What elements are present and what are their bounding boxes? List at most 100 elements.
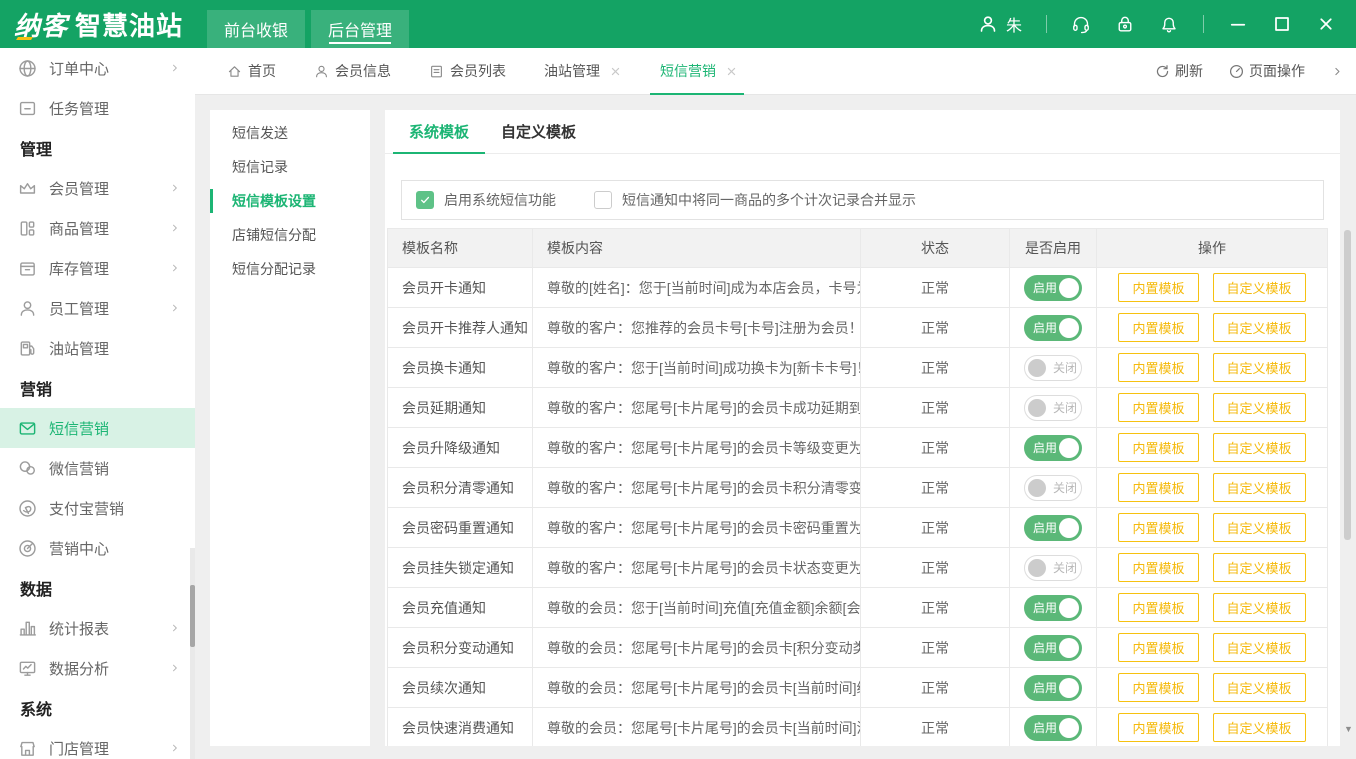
subnav-item-sms-allocation-record[interactable]: 短信分配记录 (210, 252, 370, 286)
enable-toggle[interactable]: 启用 (1024, 515, 1082, 541)
custom-template-button[interactable]: 自定义模板 (1213, 273, 1306, 302)
chevron-right-icon (169, 262, 181, 274)
builtin-template-button[interactable]: 内置模板 (1118, 353, 1198, 382)
sidebar-item-order-center[interactable]: 订单中心 (0, 48, 195, 88)
custom-template-button[interactable]: 自定义模板 (1213, 313, 1306, 342)
sidebar-section-management: 管理 (0, 128, 195, 168)
refresh-button[interactable]: 刷新 (1155, 61, 1203, 81)
content-tab-system-template[interactable]: 系统模板 (393, 110, 485, 153)
subnav-item-sms-template-settings[interactable]: 短信模板设置 (210, 184, 370, 218)
sidebar-item-statistics-report[interactable]: 统计报表 (0, 608, 195, 648)
notifications-button[interactable] (1159, 14, 1179, 34)
sidebar-item-product-management[interactable]: 商品管理 (0, 208, 195, 248)
builtin-template-button[interactable]: 内置模板 (1118, 393, 1198, 422)
custom-template-button[interactable]: 自定义模板 (1213, 353, 1306, 382)
template-name: 会员挂失锁定通知 (388, 548, 533, 587)
user-menu[interactable]: 朱 (978, 12, 1022, 36)
sidebar-scrollbar-track[interactable] (190, 548, 195, 759)
tab-station-management[interactable]: 油站管理 (544, 48, 622, 94)
custom-template-button[interactable]: 自定义模板 (1213, 713, 1306, 742)
tab-member-info[interactable]: 会员信息 (314, 48, 391, 94)
maximize-button[interactable] (1272, 14, 1292, 34)
sidebar-item-alipay-marketing[interactable]: 支付宝营销 (0, 488, 195, 528)
builtin-template-button[interactable]: 内置模板 (1118, 313, 1198, 342)
custom-template-button[interactable]: 自定义模板 (1213, 433, 1306, 462)
template-name: 会员续次通知 (388, 668, 533, 707)
tabbar-expand-chevron (1331, 65, 1344, 78)
template-name: 会员积分变动通知 (388, 628, 533, 667)
table-row-extension: 会员延期通知尊敬的客户：您尾号[卡片尾号]的会员卡成功延期到正常关闭内置模板自定… (388, 388, 1327, 428)
builtin-template-button[interactable]: 内置模板 (1118, 593, 1198, 622)
page-operations-button[interactable]: 页面操作 (1229, 61, 1305, 81)
minimize-button[interactable] (1228, 14, 1248, 34)
builtin-template-button[interactable]: 内置模板 (1118, 673, 1198, 702)
custom-template-button[interactable]: 自定义模板 (1213, 673, 1306, 702)
mode-tab-front-cashier[interactable]: 前台收银 (207, 10, 305, 48)
enable-toggle[interactable]: 关闭 (1024, 475, 1082, 501)
tab-home[interactable]: 首页 (227, 48, 276, 94)
close-window-button[interactable] (1316, 14, 1336, 34)
sidebar-item-label: 支付宝营销 (49, 498, 124, 519)
sidebar-item-task-management[interactable]: 任务管理 (0, 88, 195, 128)
sidebar-item-inventory-management[interactable]: 库存管理 (0, 248, 195, 288)
builtin-template-button[interactable]: 内置模板 (1118, 513, 1198, 542)
app-header: 纳客 智慧油站 前台收银后台管理 朱 (0, 0, 1356, 48)
custom-template-button[interactable]: 自定义模板 (1213, 633, 1306, 662)
toggle-knob (1028, 479, 1046, 497)
close-tab-icon[interactable] (725, 65, 738, 78)
sidebar-item-data-analysis[interactable]: 数据分析 (0, 648, 195, 688)
tab-sms-marketing[interactable]: 短信营销 (660, 48, 738, 94)
sidebar-item-station-management[interactable]: 油站管理 (0, 328, 195, 368)
enable-toggle[interactable]: 关闭 (1024, 395, 1082, 421)
sidebar-item-sms-marketing[interactable]: 短信营销 (0, 408, 195, 448)
column-header: 模板内容 (533, 229, 861, 267)
custom-template-button[interactable]: 自定义模板 (1213, 473, 1306, 502)
sidebar-item-label: 任务管理 (49, 98, 109, 119)
enable-toggle[interactable]: 启用 (1024, 315, 1082, 341)
content-tab-custom-template[interactable]: 自定义模板 (485, 110, 592, 153)
mode-tab-backend-management[interactable]: 后台管理 (311, 10, 409, 48)
custom-template-button[interactable]: 自定义模板 (1213, 553, 1306, 582)
subnav-item-sms-send[interactable]: 短信发送 (210, 116, 370, 150)
sidebar-item-wechat-marketing[interactable]: 微信营销 (0, 448, 195, 488)
custom-template-button[interactable]: 自定义模板 (1213, 393, 1306, 422)
sidebar-item-store-management[interactable]: 门店管理 (0, 728, 195, 759)
sidebar-item-member-management[interactable]: 会员管理 (0, 168, 195, 208)
support-button[interactable] (1071, 14, 1091, 34)
builtin-template-button[interactable]: 内置模板 (1118, 633, 1198, 662)
enable-toggle[interactable]: 关闭 (1024, 555, 1082, 581)
checkbox-enable-system-sms[interactable] (416, 191, 434, 209)
subnav-item-sms-record[interactable]: 短信记录 (210, 150, 370, 184)
enable-toggle[interactable]: 启用 (1024, 435, 1082, 461)
pump-icon (18, 339, 37, 358)
builtin-template-button[interactable]: 内置模板 (1118, 273, 1198, 302)
builtin-template-button[interactable]: 内置模板 (1118, 713, 1198, 742)
toggle-label: 启用 (1033, 719, 1057, 736)
scroll-down-arrow[interactable]: ▼ (1344, 724, 1353, 734)
sidebar-item-label: 会员管理 (49, 178, 109, 199)
close-tab-icon[interactable] (609, 65, 622, 78)
subnav-item-store-sms-allocation[interactable]: 店铺短信分配 (210, 218, 370, 252)
enable-toggle[interactable]: 启用 (1024, 635, 1082, 661)
enable-toggle[interactable]: 启用 (1024, 595, 1082, 621)
enable-toggle[interactable]: 启用 (1024, 675, 1082, 701)
lock-screen-button[interactable] (1115, 14, 1135, 34)
builtin-template-button[interactable]: 内置模板 (1118, 553, 1198, 582)
tab-label: 会员列表 (450, 61, 506, 81)
header-divider (1046, 15, 1047, 33)
builtin-template-button[interactable]: 内置模板 (1118, 433, 1198, 462)
enable-toggle[interactable]: 启用 (1024, 715, 1082, 741)
tab-label: 首页 (248, 61, 276, 81)
sidebar-scrollbar-thumb[interactable] (190, 585, 195, 647)
checkbox-merge-count-records[interactable] (594, 191, 612, 209)
window-scrollbar-thumb[interactable] (1344, 230, 1351, 540)
enable-toggle[interactable]: 关闭 (1024, 355, 1082, 381)
enable-toggle[interactable]: 启用 (1024, 275, 1082, 301)
sidebar-item-marketing-center[interactable]: 营销中心 (0, 528, 195, 568)
tab-member-list[interactable]: 会员列表 (429, 48, 506, 94)
custom-template-button[interactable]: 自定义模板 (1213, 593, 1306, 622)
builtin-template-button[interactable]: 内置模板 (1118, 473, 1198, 502)
custom-template-button[interactable]: 自定义模板 (1213, 513, 1306, 542)
sidebar-item-staff-management[interactable]: 员工管理 (0, 288, 195, 328)
sidebar-item-label: 员工管理 (49, 298, 109, 319)
